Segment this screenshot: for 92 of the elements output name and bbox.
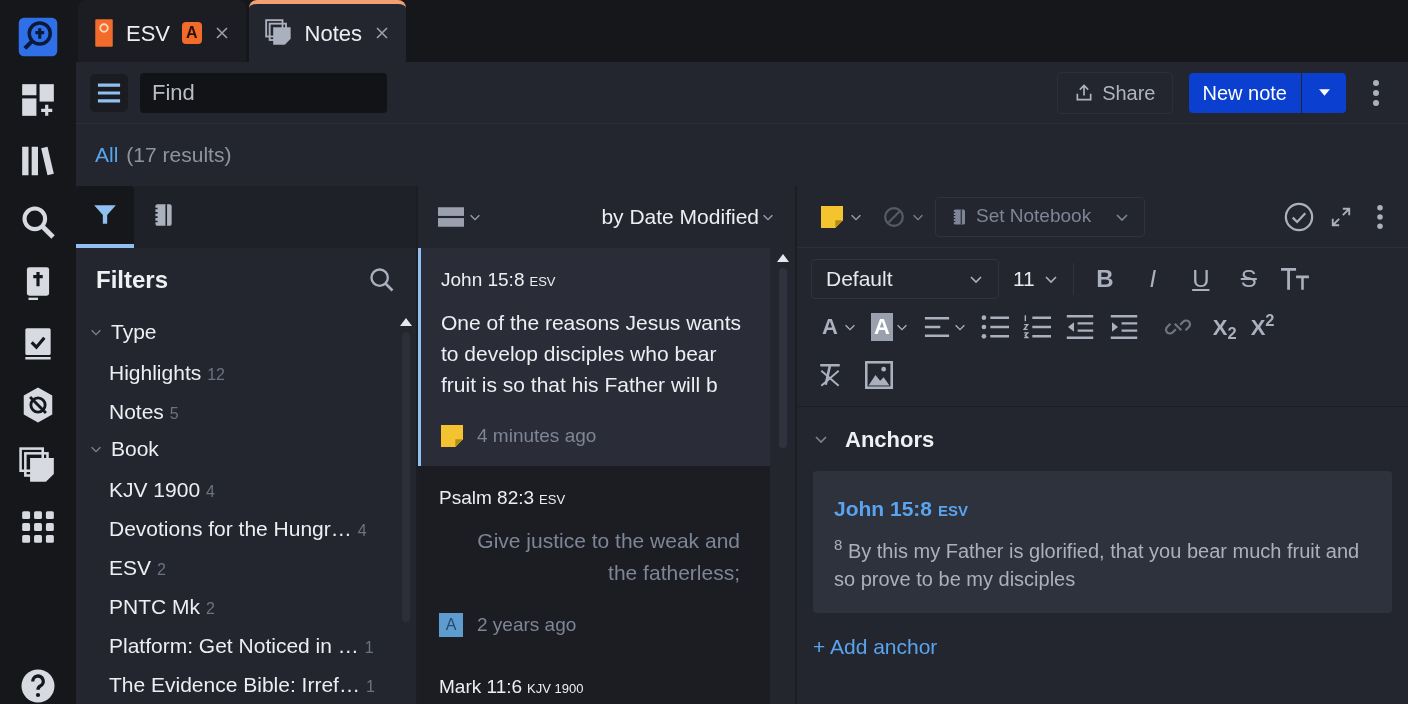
align-icon[interactable] [922,316,951,338]
item-count: 4 [357,521,367,541]
anchor-reference[interactable]: John 15:8 [834,493,933,525]
item-count: 2 [206,599,215,619]
subscript-button[interactable]: X$_{2}$ [1212,310,1237,344]
filter-item[interactable]: Devotions for the Hungr… [109,513,352,545]
filter-item[interactable]: KJV 1900 [109,474,201,506]
numbered-list-icon[interactable] [1022,315,1051,339]
expand-icon[interactable] [1330,205,1352,228]
badge: A [182,22,202,44]
anchor-card[interactable]: John 15:8 ESV $^{8}$ By this my Father is glorified, that you bear much fruit and so prove to be my disciples [813,471,1392,613]
share-button[interactable]: Share [1057,71,1173,114]
list-view-icon[interactable] [438,206,464,228]
tab[interactable]: Notes [248,0,407,62]
item-count: 1 [364,638,374,658]
search-icon[interactable] [368,266,396,294]
check-circle-icon[interactable] [1284,201,1314,232]
filter-group[interactable]: Type [111,315,157,348]
verse-text: $^{8}$ By this my Father is glorified, that you bear much fruit and so prove to be my disciples [834,536,1361,592]
dropdown-button[interactable] [1302,72,1346,113]
timestamp: 2 years ago [477,612,577,637]
filter-item[interactable]: Notes [109,396,164,428]
search-field[interactable]: Find [140,72,387,113]
add-anchor-link[interactable]: + Add anchor [813,630,938,662]
indent-icon[interactable] [1108,315,1139,339]
size-dropdown[interactable]: 11 [1013,263,1074,295]
filters-title: Filters [96,265,169,295]
help-icon[interactable] [20,668,56,704]
anchors-title: Anchors [845,425,935,454]
note-card[interactable]: Mark 11:6 KJV 1900 [418,655,770,704]
filter-item[interactable]: ESV [109,552,152,584]
book-icon [94,18,114,48]
highlight-text: Give justice to the weak and the fatherless; [476,527,741,586]
item-count: 5 [169,404,179,424]
note-reference: John 15:8 [441,268,525,292]
item-count: 12 [207,365,225,385]
filter-tab[interactable] [76,186,134,248]
note-card[interactable]: Psalm 82:3 ESV Give justice to the weak and the fatherless; A 2 years ago [418,466,770,655]
share-icon [1074,82,1095,103]
superscript-button[interactable]: X$^{2}$ [1250,310,1275,344]
filter-item[interactable]: Platform: Get Noticed in … [109,630,359,662]
version-label: ESV [938,501,969,521]
dashboard-add-icon[interactable] [19,81,57,119]
notebook-icon [950,207,968,226]
italic-button[interactable]: I [1135,261,1170,297]
notes-stack-icon [264,19,293,47]
scroll-up-icon[interactable] [400,318,412,326]
notebook-dropdown[interactable]: Set Notebook [935,196,1145,237]
close-icon[interactable] [213,25,230,41]
notes-stack-icon[interactable] [19,447,57,485]
font-dropdown[interactable]: Default [811,259,999,299]
bold-button[interactable]: B [1087,261,1122,297]
result-count: (17 results) [126,142,232,169]
more-icon[interactable] [1376,203,1384,230]
timestamp: 4 minutes ago [477,423,597,448]
version-label: ESV [529,273,556,291]
image-icon[interactable] [865,361,893,389]
item-count: 4 [206,482,215,502]
caret-icon [1317,88,1331,97]
outdent-icon[interactable] [1064,315,1095,339]
item-count: 1 [365,677,375,697]
item-count: 2 [157,560,166,580]
sticky-note-icon[interactable] [821,205,843,228]
strike-button[interactable]: S [1231,261,1266,297]
logo-icon[interactable] [17,16,59,58]
bulleted-list-icon[interactable] [980,315,1009,339]
more-icon[interactable] [1372,78,1380,107]
text-size-icon[interactable] [1279,267,1310,291]
filter-group[interactable]: Book [111,432,159,465]
close-icon[interactable] [374,25,391,41]
tab[interactable]: ESV A [78,0,246,62]
highlight-style-icon: A [439,612,463,637]
scope-link[interactable]: All [95,139,119,171]
note-reference: Psalm 82:3 [439,486,535,510]
scroll-up-icon[interactable] [776,254,789,262]
version-label: KJV 1900 [527,680,584,698]
clear-formatting-icon[interactable] [817,362,843,388]
underline-button[interactable]: U [1183,261,1218,297]
filter-item[interactable]: Highlights [109,357,202,389]
apps-grid-icon[interactable] [19,508,57,546]
note-card[interactable]: John 15:8 ESV One of the reasons Jesus wants to develop disciples who bear fruit is so that his Father will b 4 minutes ago [418,248,770,466]
filter-item[interactable]: The Evidence Bible: Irref… [109,669,360,701]
note-text: One of the reasons Jesus wants to develop disciples who bear fruit is so that his Father will b [441,309,742,398]
filter-item[interactable]: PNTC Mk [109,591,200,623]
version-label: ESV [539,491,566,509]
sort-dropdown[interactable]: by Date Modified [601,201,759,233]
note-reference: Mark 11:6 [439,675,523,699]
new-note-button[interactable]: New note [1188,72,1301,113]
text-color-button[interactable]: A [819,313,857,341]
menu-icon[interactable] [90,73,128,112]
sticky-note-icon [441,424,463,447]
search-icon[interactable] [19,203,57,241]
